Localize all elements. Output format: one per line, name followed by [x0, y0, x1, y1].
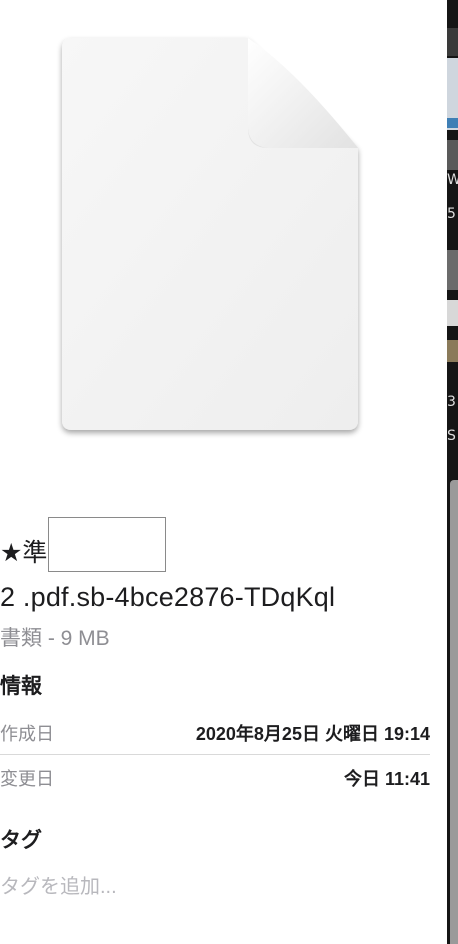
- file-kind-size: 書類 - 9 MB: [0, 627, 110, 650]
- info-divider: [0, 754, 430, 755]
- thumbnail-strip: [447, 140, 458, 170]
- strip-glyph: S: [447, 428, 456, 444]
- thumbnail-strip: [447, 340, 458, 362]
- add-tag-input[interactable]: タグを追加...: [0, 871, 300, 903]
- strip-glyph: 3: [447, 394, 456, 410]
- info-section-heading: 情報: [0, 675, 42, 698]
- tags-section-heading: タグ: [0, 829, 42, 852]
- file-name-line2: 2 .pdf.sb-4bce2876-TDqKql: [0, 582, 336, 612]
- created-date-value: 2020年8月25日 火曜日 19:14: [195, 724, 430, 744]
- thumbnail-strip: [447, 118, 458, 128]
- file-info-panel: ★準 2 .pdf.sb-4bce2876-TDqKql 書類 - 9 MB 情…: [0, 0, 458, 944]
- created-date-row: 作成日 2020年8月25日 火曜日 19:14: [0, 716, 430, 750]
- created-date-label: 作成日: [0, 724, 54, 744]
- file-name-edit-field[interactable]: [48, 516, 167, 572]
- strip-glyph: W: [447, 172, 458, 188]
- thumbnail-strip: [447, 300, 458, 326]
- file-name-line1: ★準: [0, 516, 167, 572]
- modified-date-row: 変更日 今日 11:41: [0, 761, 430, 795]
- modified-date-label: 変更日: [0, 769, 54, 789]
- thumbnail-strip: [447, 28, 458, 56]
- adjacent-scrollbar[interactable]: [450, 480, 458, 944]
- strip-glyph: 5: [447, 206, 456, 222]
- thumbnail-strip: [447, 250, 458, 290]
- file-name-prefix: ★準: [0, 539, 48, 567]
- modified-date-value: 今日 11:41: [343, 769, 430, 789]
- document-preview-icon: [62, 38, 358, 430]
